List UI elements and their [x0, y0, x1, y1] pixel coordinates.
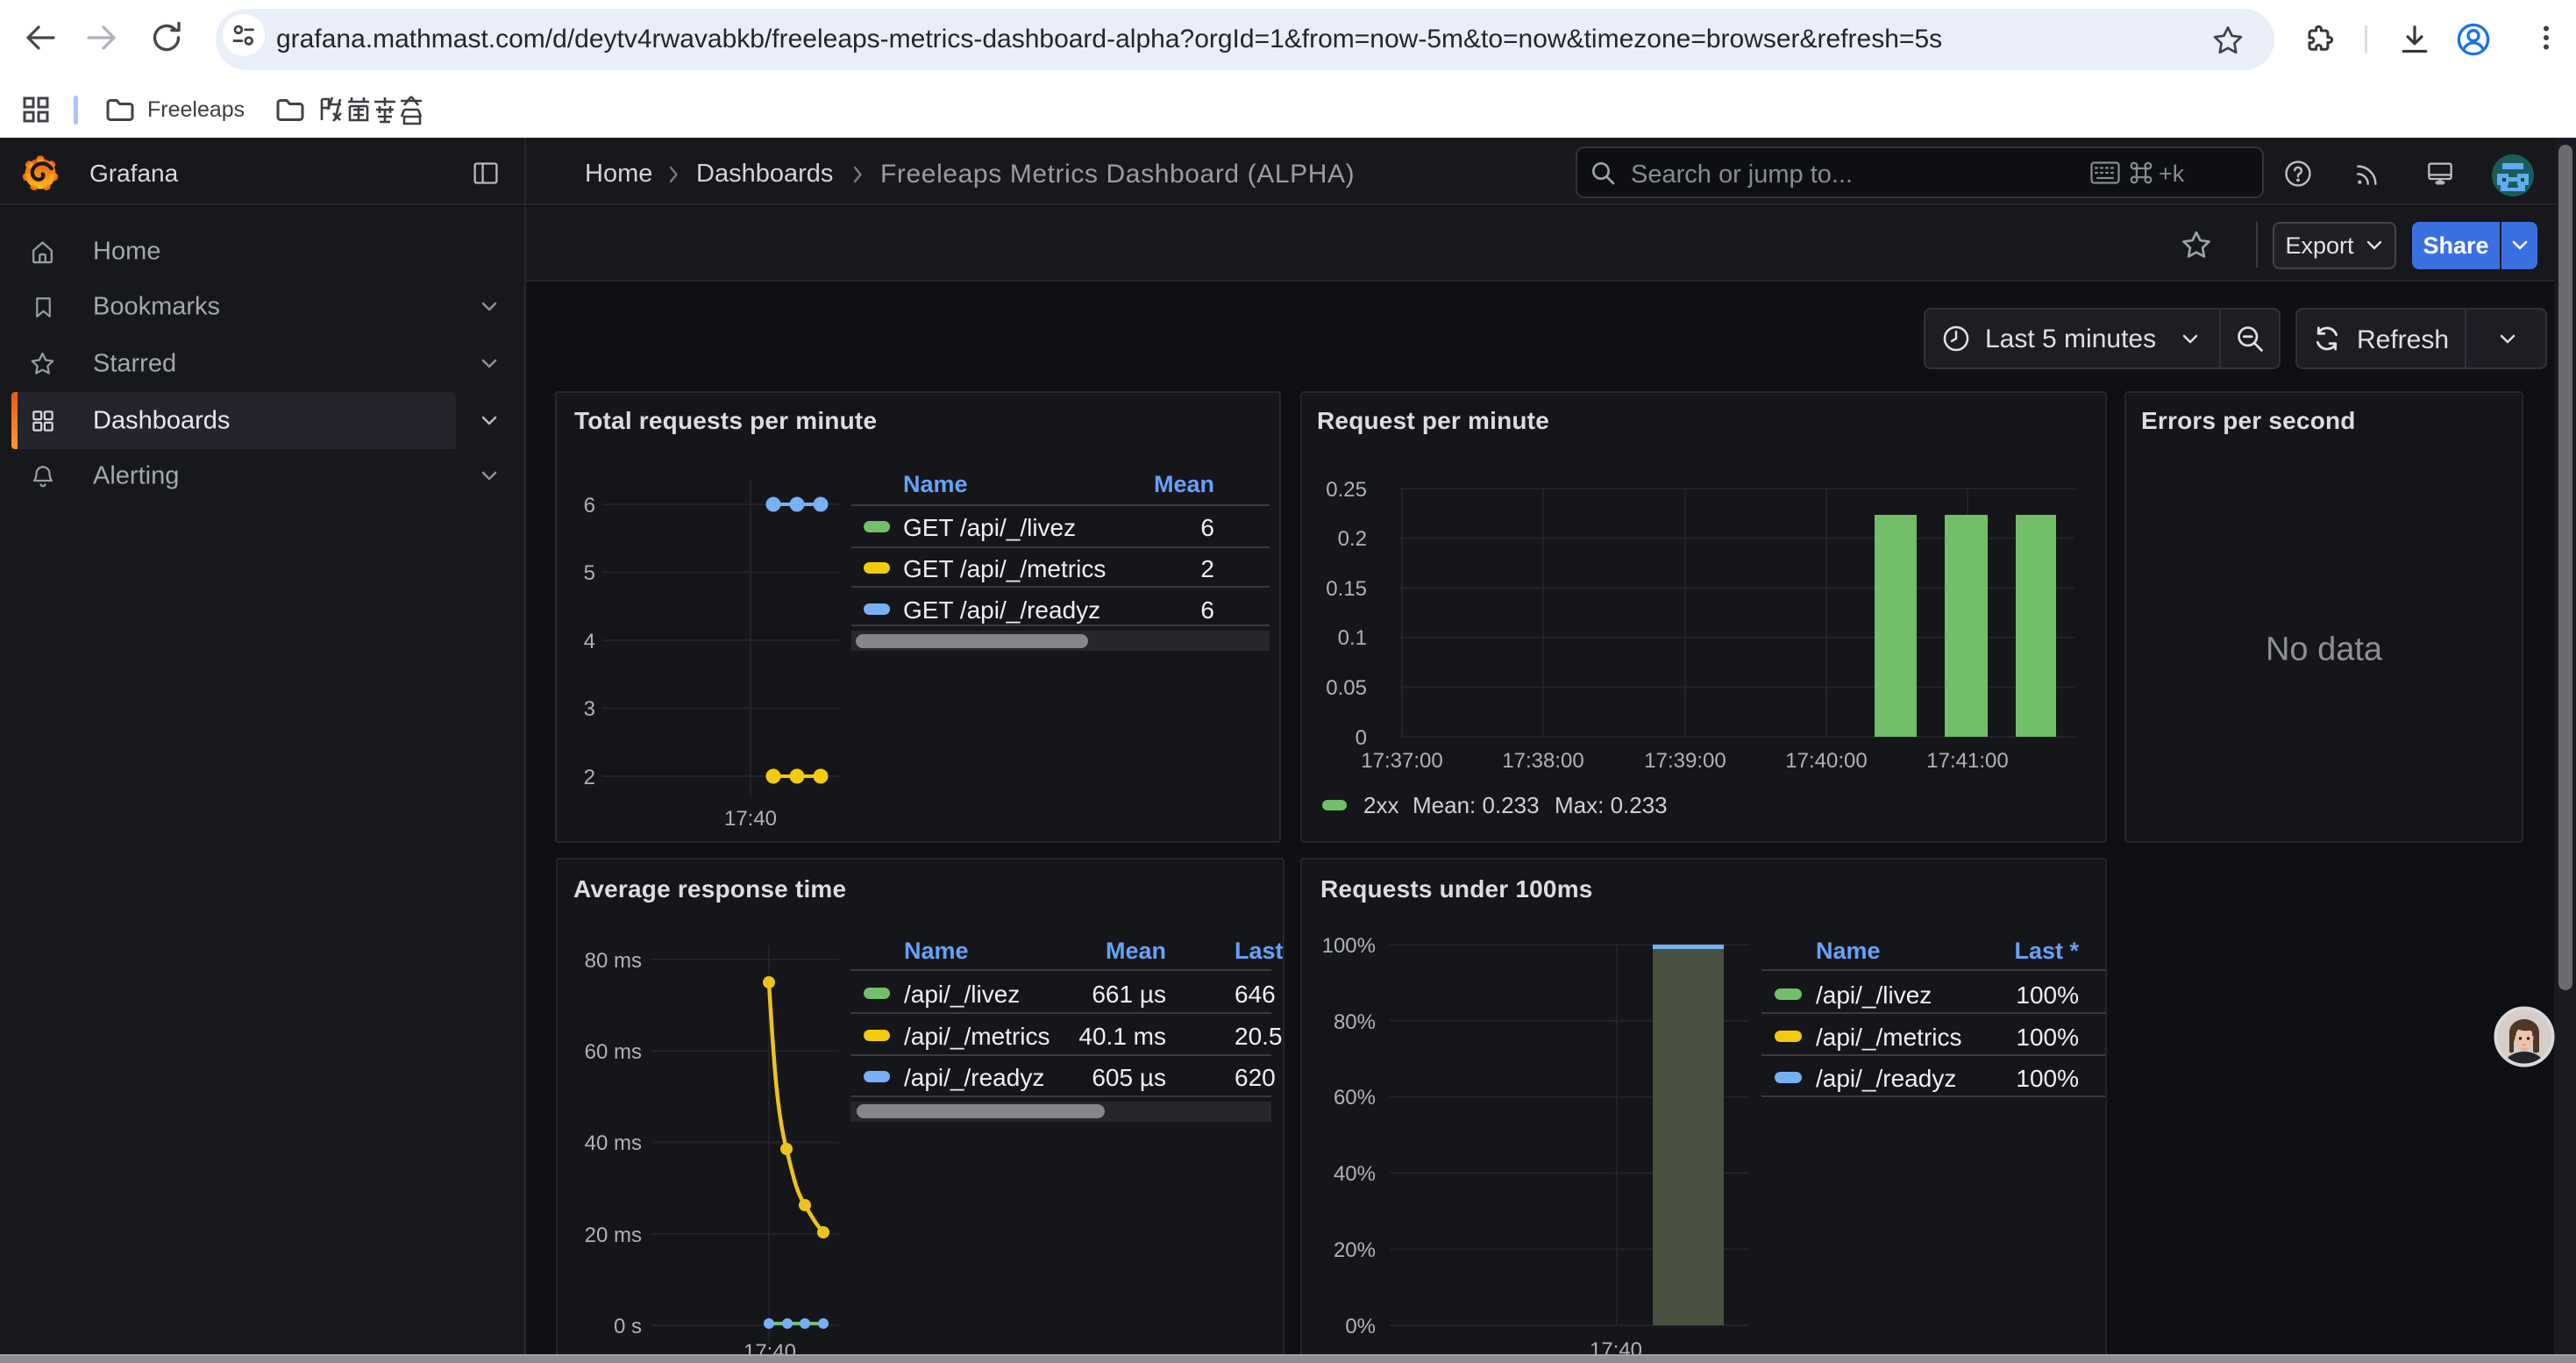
svg-text:0: 0 [1356, 726, 1367, 750]
svg-text:17:38:00: 17:38:00 [1502, 749, 1583, 773]
svg-text:0 s: 0 s [614, 1315, 642, 1338]
svg-text:0%: 0% [1345, 1315, 1376, 1338]
svg-text:/api/_/livez: /api/_/livez [1816, 981, 1932, 1009]
svg-text:Mean: 0.233: Mean: 0.233 [1413, 792, 1540, 818]
svg-text:/api/_/livez: /api/_/livez [904, 981, 1020, 1008]
svg-text:2: 2 [1200, 555, 1214, 582]
svg-text:Mean: Mean [1154, 471, 1214, 497]
svg-text:620: 620 [1235, 1064, 1276, 1091]
svg-text:17:41:00: 17:41:00 [1926, 749, 2008, 773]
svg-text:20%: 20% [1334, 1238, 1376, 1262]
svg-text:0.2: 0.2 [1338, 527, 1367, 551]
svg-text:17:37:00: 17:37:00 [1361, 749, 1442, 773]
svg-text:5: 5 [584, 561, 595, 585]
svg-text:40%: 40% [1334, 1162, 1376, 1186]
svg-text:Last *: Last * [1235, 938, 1283, 964]
svg-text:80%: 80% [1334, 1010, 1376, 1034]
svg-text:100%: 100% [2016, 981, 2079, 1009]
svg-text:100%: 100% [2016, 1065, 2079, 1092]
svg-text:17:40: 17:40 [724, 807, 777, 831]
svg-text:100%: 100% [1322, 934, 1376, 958]
svg-text:/api/_/metrics: /api/_/metrics [904, 1023, 1050, 1050]
svg-text:17:39:00: 17:39:00 [1644, 749, 1726, 773]
svg-text:0.15: 0.15 [1326, 577, 1367, 601]
svg-text:/api/_/readyz: /api/_/readyz [904, 1064, 1044, 1091]
svg-text:0.25: 0.25 [1326, 478, 1367, 502]
svg-text:60%: 60% [1334, 1086, 1376, 1110]
svg-text:2: 2 [584, 766, 595, 789]
svg-text:605 µs: 605 µs [1092, 1064, 1166, 1091]
svg-text:4: 4 [584, 630, 595, 653]
svg-text:2xx: 2xx [1363, 792, 1398, 818]
svg-text:661 µs: 661 µs [1092, 981, 1166, 1008]
svg-text:Name: Name [1816, 938, 1881, 964]
svg-text:40 ms: 40 ms [585, 1131, 642, 1155]
svg-text:Mean: Mean [1106, 938, 1166, 964]
svg-text:6: 6 [1200, 596, 1214, 624]
svg-text:0.1: 0.1 [1338, 626, 1367, 650]
svg-text:GET /api/_/metrics: GET /api/_/metrics [903, 555, 1106, 582]
svg-text:6: 6 [1200, 514, 1214, 541]
svg-text:Max: 0.233: Max: 0.233 [1555, 792, 1668, 818]
svg-text:17:40:00: 17:40:00 [1785, 749, 1867, 773]
svg-text:/api/_/readyz: /api/_/readyz [1816, 1065, 1956, 1092]
svg-text:GET /api/_/livez: GET /api/_/livez [903, 514, 1076, 541]
svg-text:0.05: 0.05 [1326, 676, 1367, 700]
svg-text:100%: 100% [2016, 1024, 2079, 1051]
svg-text:Name: Name [904, 938, 969, 964]
svg-text:20 ms: 20 ms [585, 1224, 642, 1247]
svg-text:Last *: Last * [2014, 938, 2079, 964]
svg-text:646: 646 [1235, 981, 1276, 1008]
svg-text:40.1 ms: 40.1 ms [1078, 1023, 1166, 1050]
svg-text:6: 6 [584, 494, 595, 517]
svg-text:/api/_/metrics: /api/_/metrics [1816, 1024, 1962, 1051]
svg-text:GET /api/_/readyz: GET /api/_/readyz [903, 596, 1100, 624]
svg-text:Name: Name [903, 471, 968, 497]
svg-text:3: 3 [584, 697, 595, 721]
svg-text:80 ms: 80 ms [585, 949, 642, 973]
svg-text:60 ms: 60 ms [585, 1040, 642, 1064]
svg-text:20.5 m: 20.5 m [1235, 1023, 1283, 1050]
